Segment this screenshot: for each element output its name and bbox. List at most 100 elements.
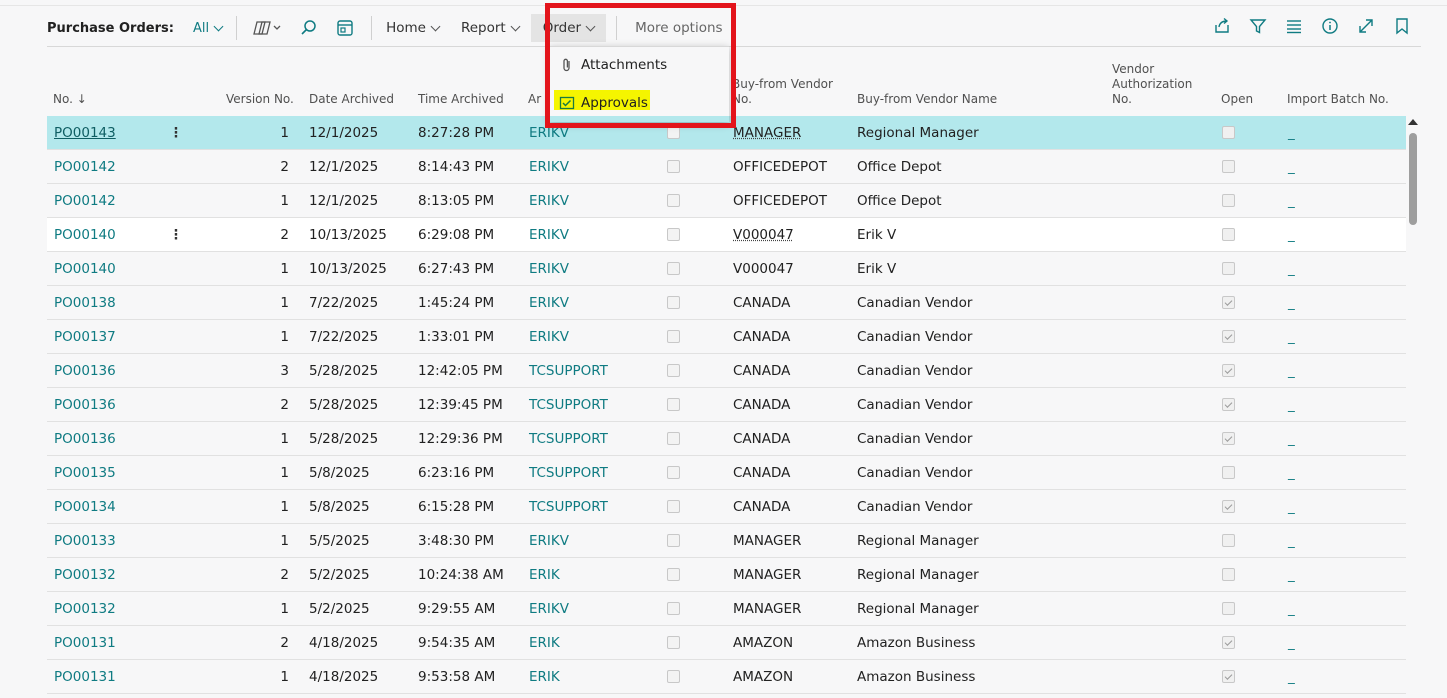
archived-by-link[interactable]: ERIKV xyxy=(529,320,569,354)
import-batch-link[interactable]: _ xyxy=(1288,456,1295,490)
vendor-no[interactable]: OFFICEDEPOT xyxy=(733,150,827,184)
vendor-no[interactable]: MANAGER xyxy=(733,524,801,558)
import-batch-link[interactable]: _ xyxy=(1288,592,1295,626)
import-batch-link[interactable]: _ xyxy=(1288,252,1295,286)
vendor-no[interactable]: MANAGER xyxy=(733,116,801,150)
po-number-link[interactable]: PO00131 xyxy=(54,660,116,694)
table-row[interactable]: PO00132 2 5/2/2025 10:24:38 AM ERIK MANAGER Re… xyxy=(47,558,1406,592)
archived-by-link[interactable]: ERIKV xyxy=(529,524,569,558)
table-row[interactable]: PO00140 ⋮ 2 10/13/2025 6:29:08 PM ERIKV V00004… xyxy=(47,218,1406,252)
vendor-no[interactable]: AMAZON xyxy=(733,660,793,694)
table-row[interactable]: PO00134 1 5/8/2025 6:15:28 PM TCSUPPORT CANAD… xyxy=(47,490,1406,524)
table-row[interactable]: PO00136 3 5/28/2025 12:42:05 PM TCSUPPORT CAN… xyxy=(47,354,1406,388)
vendor-no[interactable]: CANADA xyxy=(733,286,790,320)
menu-home[interactable]: Home xyxy=(386,20,441,36)
bookmark-icon[interactable] xyxy=(1391,15,1413,37)
vendor-no[interactable]: OFFICEDEPOT xyxy=(733,184,827,218)
table-row[interactable]: PO00131 1 4/18/2025 9:53:58 AM ERIK AMAZON Ama… xyxy=(47,660,1406,694)
search-icon[interactable] xyxy=(297,16,321,40)
menu-item-approvals[interactable]: Approvals xyxy=(559,95,648,111)
column-header-time-archived[interactable]: Time Archived xyxy=(418,92,504,107)
po-number-link[interactable]: PO00140 xyxy=(54,252,116,286)
row-actions-icon[interactable]: ⋮ xyxy=(169,116,183,150)
po-number-link[interactable]: PO00136 xyxy=(54,422,116,456)
import-batch-link[interactable]: _ xyxy=(1288,286,1295,320)
menu-report[interactable]: Report xyxy=(461,20,521,36)
import-batch-link[interactable]: _ xyxy=(1288,354,1295,388)
vendor-no[interactable]: MANAGER xyxy=(733,592,801,626)
more-options-button[interactable]: More options xyxy=(635,20,722,36)
import-batch-link[interactable]: _ xyxy=(1288,320,1295,354)
table-row[interactable]: PO00137 1 7/22/2025 1:33:01 PM ERIKV CANADA Ca… xyxy=(47,320,1406,354)
archived-by-link[interactable]: ERIK xyxy=(529,558,560,592)
import-batch-link[interactable]: _ xyxy=(1288,184,1295,218)
column-header-vendor-name[interactable]: Buy-from Vendor Name xyxy=(857,92,997,107)
expand-icon[interactable] xyxy=(1355,15,1377,37)
po-number-link[interactable]: PO00136 xyxy=(54,388,116,422)
import-batch-link[interactable]: _ xyxy=(1288,116,1295,150)
po-number-link[interactable]: PO00142 xyxy=(54,150,116,184)
table-row[interactable]: PO00133 1 5/5/2025 3:48:30 PM ERIKV MANAGER Re… xyxy=(47,524,1406,558)
menu-item-attachments[interactable]: Attachments xyxy=(559,57,667,73)
import-batch-link[interactable]: _ xyxy=(1288,388,1295,422)
column-header-version[interactable]: Version No. xyxy=(226,92,294,107)
import-batch-link[interactable]: _ xyxy=(1288,660,1295,694)
archived-by-link[interactable]: TCSUPPORT xyxy=(529,354,608,388)
row-actions-icon[interactable]: ⋮ xyxy=(169,218,183,252)
view-filter-button[interactable]: All xyxy=(193,21,224,36)
archived-by-link[interactable]: ERIK xyxy=(529,660,560,694)
po-number-link[interactable]: PO00138 xyxy=(54,286,116,320)
archived-by-link[interactable]: ERIKV xyxy=(529,150,569,184)
table-row[interactable]: PO00135 1 5/8/2025 6:23:16 PM TCSUPPORT CANAD… xyxy=(47,456,1406,490)
column-header-archived-by[interactable]: Ar xyxy=(528,92,541,107)
share-icon[interactable] xyxy=(1211,15,1233,37)
scroll-up-arrow-icon[interactable] xyxy=(1408,119,1418,125)
copilot-icon[interactable] xyxy=(251,16,285,40)
po-number-link[interactable]: PO00133 xyxy=(54,524,116,558)
vendor-no[interactable]: V000047 xyxy=(733,252,794,286)
po-number-link[interactable]: PO00135 xyxy=(54,456,116,490)
po-number-link[interactable]: PO00143 xyxy=(54,116,116,150)
column-header-date-archived[interactable]: Date Archived xyxy=(309,92,394,107)
table-row[interactable]: PO00131 2 4/18/2025 9:54:35 AM ERIK AMAZON Ama… xyxy=(47,626,1406,660)
column-header-vendor-authorization[interactable]: Vendor Authorization No. xyxy=(1112,62,1192,107)
table-row[interactable]: PO00138 1 7/22/2025 1:45:24 PM ERIKV CANADA Ca… xyxy=(47,286,1406,320)
table-row[interactable]: PO00136 2 5/28/2025 12:39:45 PM TCSUPPORT CAN… xyxy=(47,388,1406,422)
import-batch-link[interactable]: _ xyxy=(1288,490,1295,524)
info-icon[interactable] xyxy=(1319,15,1341,37)
vendor-no[interactable]: CANADA xyxy=(733,320,790,354)
import-batch-link[interactable]: _ xyxy=(1288,218,1295,252)
archived-by-link[interactable]: TCSUPPORT xyxy=(529,456,608,490)
archived-by-link[interactable]: ERIKV xyxy=(529,218,569,252)
vendor-no[interactable]: MANAGER xyxy=(733,558,801,592)
column-header-vendor-no[interactable]: Buy-from Vendor No. xyxy=(732,77,833,107)
vendor-no[interactable]: CANADA xyxy=(733,354,790,388)
table-row[interactable]: PO00142 2 12/1/2025 8:14:43 PM ERIKV OFFICEDE… xyxy=(47,150,1406,184)
vendor-no[interactable]: V000047 xyxy=(733,218,794,252)
import-batch-link[interactable]: _ xyxy=(1288,626,1295,660)
scrollbar-thumb[interactable] xyxy=(1409,133,1417,225)
archived-by-link[interactable]: TCSUPPORT xyxy=(529,422,608,456)
vendor-no[interactable]: CANADA xyxy=(733,388,790,422)
table-row[interactable]: PO00136 1 5/28/2025 12:29:36 PM TCSUPPORT CAN… xyxy=(47,422,1406,456)
list-view-icon[interactable] xyxy=(1283,15,1305,37)
po-number-link[interactable]: PO00142 xyxy=(54,184,116,218)
archived-by-link[interactable]: ERIK xyxy=(529,626,560,660)
table-row[interactable]: PO00132 1 5/2/2025 9:29:55 AM ERIKV MANAGER Re… xyxy=(47,592,1406,626)
vendor-no[interactable]: CANADA xyxy=(733,490,790,524)
po-number-link[interactable]: PO00140 xyxy=(54,218,116,252)
table-row[interactable]: PO00140 1 10/13/2025 6:27:43 PM ERIKV V000047… xyxy=(47,252,1406,286)
po-number-link[interactable]: PO00132 xyxy=(54,592,116,626)
import-batch-link[interactable]: _ xyxy=(1288,558,1295,592)
column-header-open[interactable]: Open xyxy=(1221,92,1253,107)
po-number-link[interactable]: PO00136 xyxy=(54,354,116,388)
menu-order[interactable]: Order xyxy=(530,14,607,42)
table-row[interactable]: PO00142 1 12/1/2025 8:13:05 PM ERIKV OFFICEDE… xyxy=(47,184,1406,218)
archived-by-link[interactable]: TCSUPPORT xyxy=(529,388,608,422)
po-number-link[interactable]: PO00131 xyxy=(54,626,116,660)
edit-list-icon[interactable] xyxy=(333,16,357,40)
archived-by-link[interactable]: ERIKV xyxy=(529,592,569,626)
vendor-no[interactable]: CANADA xyxy=(733,422,790,456)
po-number-link[interactable]: PO00132 xyxy=(54,558,116,592)
archived-by-link[interactable]: ERIKV xyxy=(529,286,569,320)
